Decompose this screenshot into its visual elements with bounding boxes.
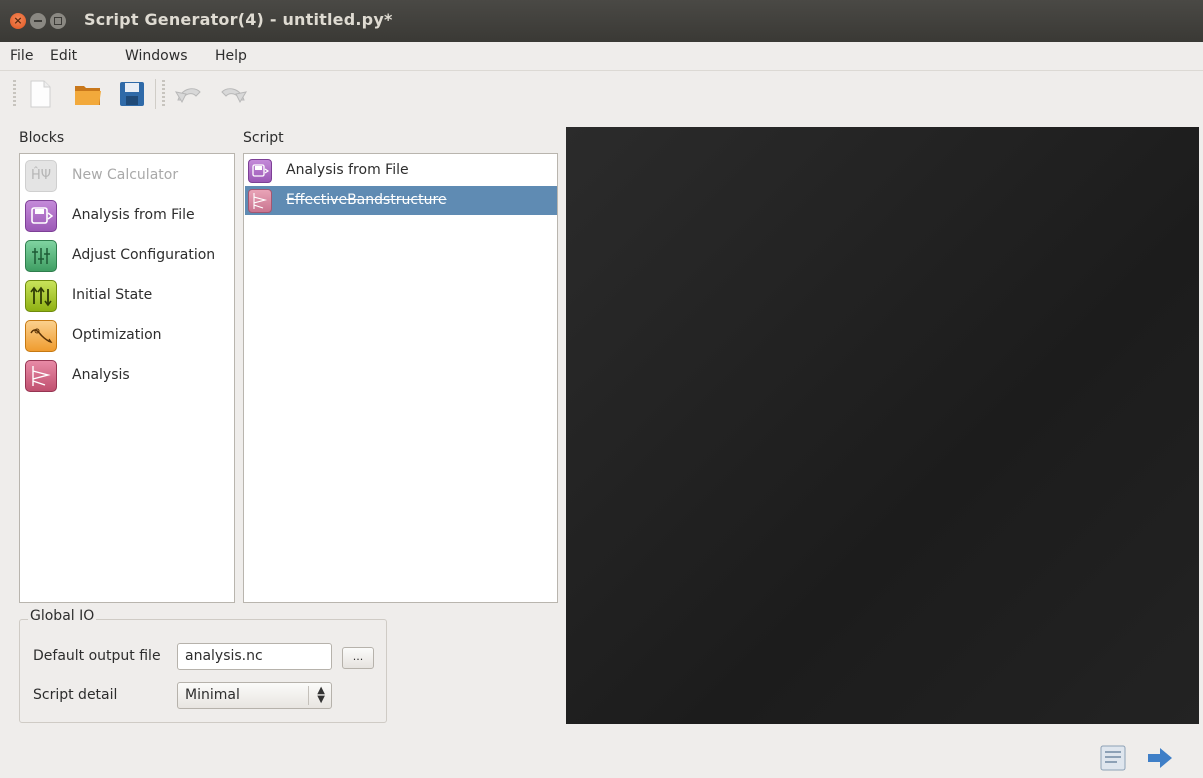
select-arrows-icon: ▲ ▼ [317, 685, 325, 705]
script-item-label: EffectiveBandstructure [286, 192, 447, 208]
initial-state-icon [25, 280, 57, 312]
output-file-label: Default output file [33, 648, 161, 664]
script-item-label: Analysis from File [286, 162, 409, 178]
menu-windows[interactable]: Windows [125, 48, 188, 64]
analysis-icon [25, 360, 57, 392]
block-label: Adjust Configuration [72, 247, 216, 263]
script-item-analysis-from-file[interactable]: Analysis from File [245, 156, 557, 185]
select-divider [308, 686, 309, 705]
menu-file[interactable]: File [10, 48, 33, 64]
script-detail-select[interactable]: Minimal ▲ ▼ [177, 682, 332, 709]
toolbar-separator [155, 79, 156, 109]
toolbar-grip [13, 80, 16, 106]
blocks-list[interactable]: ĤΨ New Calculator Analysis from File Adj… [19, 153, 235, 603]
block-item-analysis[interactable]: Analysis [22, 358, 232, 394]
script-detail-label: Script detail [33, 687, 118, 703]
menu-bar: File Edit Windows Help [0, 42, 1203, 71]
undo-icon[interactable] [172, 78, 204, 110]
analysis-icon [248, 189, 272, 213]
close-window-button[interactable]: × [10, 13, 26, 29]
script-label: Script [243, 130, 284, 146]
preview-area[interactable] [566, 127, 1199, 724]
global-io-title: Global IO [28, 608, 97, 624]
block-label: New Calculator [72, 167, 179, 183]
blocks-label: Blocks [19, 130, 65, 146]
block-label: Analysis from File [72, 207, 195, 223]
output-file-input[interactable]: analysis.nc [177, 643, 332, 670]
save-icon[interactable] [116, 78, 148, 110]
adjust-configuration-icon [25, 240, 57, 272]
block-label: Initial State [72, 287, 153, 303]
redo-icon[interactable] [218, 78, 250, 110]
script-detail-value: Minimal [185, 687, 240, 703]
menu-edit[interactable]: Edit [50, 48, 77, 64]
analysis-file-icon [248, 159, 272, 183]
optimization-icon [25, 320, 57, 352]
browse-button[interactable]: ... [342, 647, 374, 669]
script-list[interactable]: Analysis from File EffectiveBandstructur… [243, 153, 558, 603]
block-label: Optimization [72, 327, 162, 343]
window-title: Script Generator(4) - untitled.py* [84, 10, 393, 29]
title-bar: × Script Generator(4) - untitled.py* [0, 0, 1203, 42]
block-item-new-calculator[interactable]: ĤΨ New Calculator [22, 158, 232, 194]
analysis-file-icon [25, 200, 57, 232]
send-arrow-icon[interactable] [1145, 744, 1175, 772]
block-item-analysis-from-file[interactable]: Analysis from File [22, 198, 232, 234]
block-item-adjust-configuration[interactable]: Adjust Configuration [22, 238, 232, 274]
menu-help[interactable]: Help [215, 48, 247, 64]
block-item-initial-state[interactable]: Initial State [22, 278, 232, 314]
open-folder-icon[interactable] [72, 78, 104, 110]
toolbar-grip-2 [162, 80, 165, 106]
notes-icon[interactable] [1098, 743, 1128, 773]
block-label: Analysis [72, 367, 130, 383]
calculator-icon: ĤΨ [25, 160, 57, 192]
maximize-window-button[interactable] [50, 13, 66, 29]
new-file-icon[interactable] [24, 78, 56, 110]
script-item-effective-bandstructure[interactable]: EffectiveBandstructure [245, 186, 557, 215]
minimize-window-button[interactable] [30, 13, 46, 29]
toolbar [0, 71, 1203, 117]
block-item-optimization[interactable]: Optimization [22, 318, 232, 354]
